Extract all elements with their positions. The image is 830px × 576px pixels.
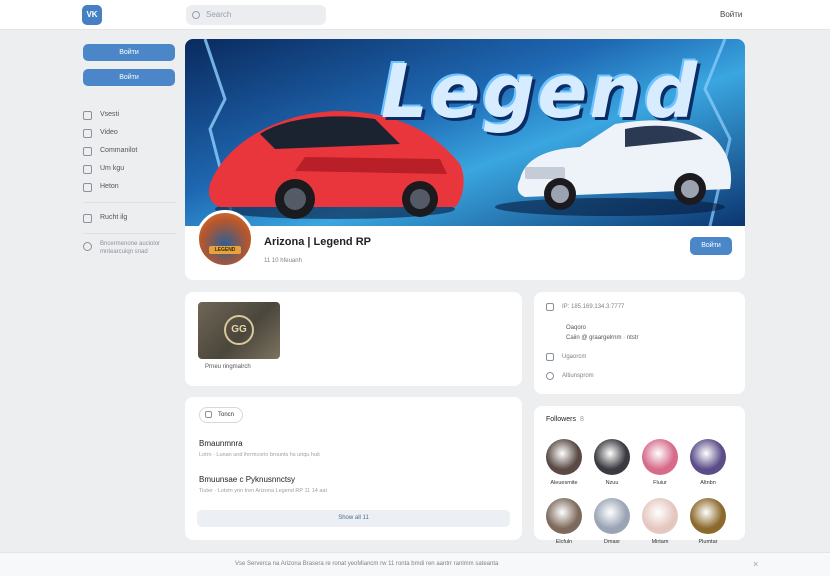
info-icon [83, 242, 92, 251]
avatar [546, 439, 582, 475]
tab-label: Toncn [218, 412, 235, 418]
info-icon [546, 303, 554, 311]
group-header [185, 226, 745, 280]
apps-icon [83, 182, 92, 192]
post-meta: Lotrn · Lunan und ihrrmcorin brounts hs … [199, 452, 320, 458]
members-count[interactable]: 11 10 hfeuanh [264, 258, 302, 264]
sidebar-item-apps[interactable]: Heton [83, 178, 176, 196]
login-link[interactable]: Войти [720, 10, 742, 19]
follower-name: Dmasr [603, 539, 621, 545]
post-title[interactable]: Bmaunmnra [199, 439, 243, 448]
sidebar-item-games[interactable]: Um kgu [83, 160, 176, 178]
top-bar: VK Search Войти [0, 0, 830, 30]
vk-logo[interactable]: VK [82, 5, 102, 25]
phone-icon [83, 213, 92, 223]
follower-item[interactable]: Altnbn [688, 439, 728, 486]
chat-icon [205, 411, 212, 418]
cookie-text: Vse Serverca na Arizona Brasera re ronat… [235, 561, 499, 567]
followers-card: Followers 8 Aleuesmite Nzuu Fluiur Altnbn Elc… [534, 406, 745, 545]
sidebar-divider [83, 233, 176, 234]
followers-header[interactable]: Followers 8 [546, 416, 584, 423]
info-row-label: Ugaorcm [562, 354, 587, 360]
sidebar-menu: Vsesti Video Commanilot Um kgu Heton Ruc… [83, 106, 176, 256]
more-info-icon [546, 372, 554, 380]
avatar [546, 498, 582, 534]
group-name: Arizona | Legend RP [264, 236, 371, 248]
sidebar-divider [83, 202, 176, 203]
cover-title: Legend [380, 49, 700, 135]
avatar [642, 498, 678, 534]
follower-name: Elcfuln [555, 539, 573, 545]
follower-item[interactable]: Fluiur [640, 439, 680, 486]
sidebar-item-extra[interactable]: Rucht ilg [83, 209, 176, 227]
info-row-ip: IP: 185.169.134.3:7777 [546, 303, 624, 311]
follower-name: Altnbn [700, 480, 716, 486]
follower-name: Mirtam [651, 539, 669, 545]
posts-card: Toncn Bmaunmnra Lotrn · Lunan und ihrrmc… [185, 397, 522, 540]
sidebar-item-label: Vsesti [100, 111, 120, 118]
sidebar-item-communities[interactable]: Commanilot [83, 142, 176, 160]
group-cover: Legend [185, 39, 745, 226]
close-icon[interactable]: × [753, 559, 758, 569]
album-thumbnail[interactable]: GG [198, 302, 280, 359]
info-row-address[interactable]: Ugaorcm [546, 353, 586, 361]
avatar [690, 439, 726, 475]
follower-name: Aleuesmite [550, 480, 578, 486]
info-sub-text: Caiin @ graargelrnm · ntstr [566, 335, 639, 341]
games-icon [83, 164, 92, 174]
album-caption[interactable]: Prneu ringmalrch [205, 364, 251, 370]
follower-item[interactable]: Mirtam [640, 498, 680, 545]
sign-up-button[interactable]: Войти [83, 69, 175, 86]
communities-icon [83, 146, 92, 156]
follow-button[interactable]: Войти [690, 237, 732, 255]
follower-name: Plumtar [698, 539, 718, 545]
sign-in-button[interactable]: Войти [83, 44, 175, 61]
follower-item[interactable]: Nzuu [592, 439, 632, 486]
sidebar-item-label: Um kgu [100, 165, 125, 172]
post-title[interactable]: Bmuunsae c Pyknusnnctsy [199, 475, 295, 484]
sidebar-item-label: Video [100, 129, 118, 136]
follower-item[interactable]: Plumtar [688, 498, 728, 545]
info-row-more[interactable]: Altiunsprom [546, 372, 594, 380]
follower-name: Nzuu [605, 480, 619, 486]
left-sidebar: Войти Войти Vsesti Video Commanilot Um k… [83, 44, 176, 256]
music-icon [83, 110, 92, 120]
post-meta: Tiuter · Lotstn ynn tren Arizona Legend … [199, 488, 328, 494]
followers-title: Followers [546, 416, 576, 423]
avatar [594, 498, 630, 534]
list-icon [546, 353, 554, 361]
sidebar-item-label: Commanilot [100, 147, 138, 154]
follower-item[interactable]: Elcfuln [544, 498, 584, 545]
avatar [642, 439, 678, 475]
group-avatar[interactable]: LEGEND [196, 210, 254, 268]
follower-item[interactable]: Aleuesmite [544, 439, 584, 486]
sidebar-note-text: Bncermenone auciolor mntearcuiqn snad [100, 241, 161, 255]
avatar [594, 439, 630, 475]
photo-album-card: GG Prneu ringmalrch [185, 292, 522, 386]
emblem-logo: GG [224, 315, 254, 345]
info-row-label: Altiunsprom [562, 373, 594, 379]
group-info-card: IP: 185.169.134.3:7777 Oaqoro Caiin @ gr… [534, 292, 745, 394]
video-icon [83, 128, 92, 138]
sidebar-item-video[interactable]: Video [83, 124, 176, 142]
avatar-logo-text: LEGEND [209, 246, 241, 254]
followers-count: 8 [579, 416, 584, 423]
info-sub-title: Oaqoro [566, 325, 587, 331]
sidebar-item-label: Heton [100, 183, 119, 190]
tab-posts[interactable]: Toncn [199, 407, 244, 423]
sidebar-item-label: Rucht ilg [100, 214, 128, 221]
sidebar-item-music[interactable]: Vsesti [83, 106, 176, 124]
info-ip-text: IP: 185.169.134.3:7777 [562, 304, 625, 310]
show-all-button[interactable]: Show all 11 [197, 510, 510, 527]
follower-item[interactable]: Dmasr [592, 498, 632, 545]
avatar [690, 498, 726, 534]
cookie-banner: Vse Serverca na Arizona Brasera re ronat… [0, 552, 830, 576]
sidebar-note[interactable]: Bncermenone auciolor mntearcuiqn snad [83, 240, 176, 256]
search-icon [192, 11, 200, 19]
search-input[interactable]: Search [186, 5, 326, 25]
follower-name: Fluiur [653, 480, 667, 486]
